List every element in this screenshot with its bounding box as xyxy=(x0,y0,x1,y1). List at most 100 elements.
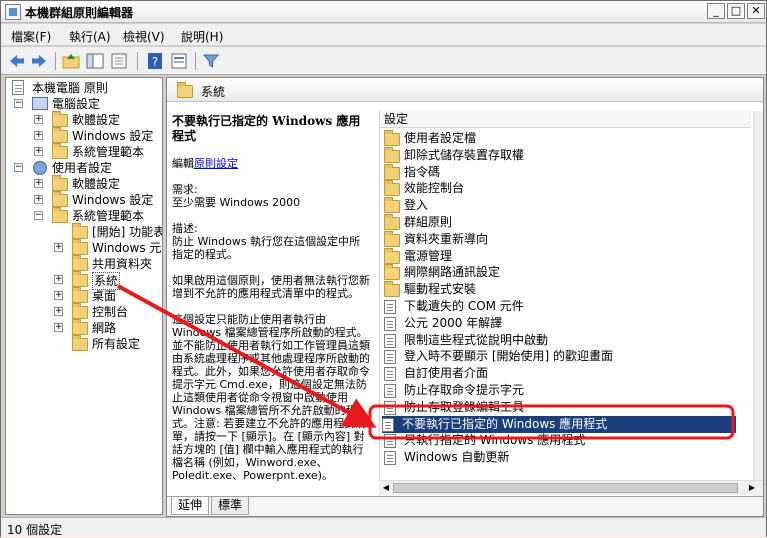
folder-icon xyxy=(177,82,193,98)
expand-icon[interactable]: + xyxy=(34,179,43,188)
scroll-right-icon[interactable]: ▶ xyxy=(747,483,757,493)
tab-extended[interactable]: 延伸 xyxy=(171,497,210,515)
toolbar-separator xyxy=(55,52,56,70)
filter-icon[interactable] xyxy=(201,51,221,71)
scroll-thumb[interactable] xyxy=(393,483,738,493)
list-item-folder[interactable]: 驅動程式安裝 xyxy=(384,281,738,298)
folder-icon xyxy=(72,303,88,319)
list-item-label: 電源管理 xyxy=(404,248,453,263)
list-item-policy[interactable]: 防止存取登錄編輯工具 xyxy=(384,399,738,416)
list-item-label: 網際網路通訊設定 xyxy=(404,265,501,280)
folder-icon xyxy=(72,319,88,335)
list-item-policy[interactable]: 自訂使用者介面 xyxy=(384,365,738,382)
list-item-folder[interactable]: 使用者設定檔 xyxy=(384,130,738,147)
title-bar: 本機群組原則編輯器 _ □ ✕ xyxy=(1,1,766,23)
window-title: 本機群組原則編輯器 xyxy=(25,6,134,20)
show-hide-tree-icon[interactable] xyxy=(85,51,105,71)
forward-icon[interactable] xyxy=(29,51,49,71)
description-paragraph-1: 如果啟用這個原則，使用者無法執行您新增到不允許的應用程式清單中的程式。 xyxy=(172,274,370,300)
description-text: 描述: 防止 Windows 執行您在這個設定中所指定的程式。 xyxy=(172,222,361,261)
expand-icon[interactable]: + xyxy=(34,115,43,124)
list-item-label: 登入時不要顯示 [開始使用] 的歡迎畫面 xyxy=(404,349,613,364)
status-text: 10 個設定 xyxy=(7,523,63,537)
toolbar-separator xyxy=(137,52,138,70)
collapse-icon[interactable]: − xyxy=(34,211,43,220)
expand-icon[interactable]: + xyxy=(34,147,43,156)
folder-icon xyxy=(384,146,400,163)
horizontal-scrollbar[interactable]: ◀ ▶ xyxy=(379,480,763,495)
expand-icon[interactable]: + xyxy=(54,275,63,284)
menu-file[interactable]: 檔案(F) xyxy=(11,28,51,45)
policy-editor-icon xyxy=(5,4,21,20)
list-item-policy[interactable]: Windows 自動更新 xyxy=(384,449,738,466)
collapse-icon[interactable]: − xyxy=(14,99,23,108)
toolbar: ? xyxy=(1,47,766,75)
folder-icon xyxy=(384,281,400,298)
scroll-left-icon[interactable]: ◀ xyxy=(381,483,391,493)
list-item-label: 卸除式儲存裝置存取權 xyxy=(404,147,525,162)
list-item-label: 下載遺失的 COM 元件 xyxy=(404,299,524,313)
view-tabs: 延伸 標準 xyxy=(167,496,763,516)
expand-icon[interactable]: + xyxy=(54,243,63,252)
menu-view[interactable]: 檢視(V) xyxy=(123,28,165,45)
list-item-policy[interactable]: 防止存取命令提示字元 xyxy=(384,382,738,399)
tab-standard[interactable]: 標準 xyxy=(211,497,250,515)
list-item-folder[interactable]: 電源管理 xyxy=(384,247,738,265)
list-item-policy[interactable]: 公元 2000 年解譯 xyxy=(384,315,738,332)
list-item-policy[interactable]: 登入時不要顯示 [開始使用] 的歡迎畫面 xyxy=(384,348,738,365)
list-item-label: Windows 自動更新 xyxy=(404,450,510,465)
menu-help[interactable]: 說明(H) xyxy=(181,28,223,45)
list-item-folder[interactable]: 指令碼 xyxy=(384,163,738,181)
list-item-policy[interactable]: 限制這些程式從說明中啟動 xyxy=(384,332,738,349)
minimize-button[interactable]: _ xyxy=(707,3,725,19)
policy-setting-icon xyxy=(384,451,396,466)
vertical-scrollbar[interactable] xyxy=(753,111,763,499)
policy-setting-icon xyxy=(384,434,396,449)
menu-action[interactable]: 執行(A) xyxy=(69,28,111,45)
settings-list: 設定 使用者設定檔卸除式儲存裝置存取權 指令碼 效能控制台 登入 群組原則 資料夾重新導向… xyxy=(379,111,751,499)
policy-setting-icon xyxy=(384,350,396,365)
status-bar: 10 個設定 xyxy=(1,517,766,537)
list-item-label: 限制這些程式從說明中啟動 xyxy=(404,332,549,347)
description-paragraph-2: 這個設定只能防止使用者執行由 Windows 檔案總管程序所啟動的程式。並不能防… xyxy=(172,313,370,482)
list-item-folder[interactable]: 資料夾重新導向 xyxy=(384,230,738,248)
list-item-policy[interactable]: 不要執行已指定的 Windows 應用程式 xyxy=(382,415,736,433)
expand-icon[interactable]: + xyxy=(34,131,43,140)
folder-icon xyxy=(72,287,88,303)
list-item-folder[interactable]: 登入 xyxy=(384,197,738,214)
help-icon[interactable]: ? xyxy=(145,51,165,71)
computer-icon xyxy=(32,97,48,110)
list-item-folder[interactable]: 網際網路通訊設定 xyxy=(384,264,738,281)
up-folder-icon[interactable] xyxy=(61,51,81,71)
folder-icon xyxy=(52,175,68,191)
expand-icon[interactable]: + xyxy=(54,291,63,300)
close-button[interactable]: ✕ xyxy=(747,3,765,19)
expand-icon[interactable]: + xyxy=(54,323,63,332)
list-item-folder[interactable]: 群組原則 xyxy=(384,214,738,231)
folder-icon xyxy=(52,111,68,127)
policy-setting-icon xyxy=(384,367,396,382)
list-item-label: 資料夾重新導向 xyxy=(404,231,489,246)
list-item-folder[interactable]: 效能控制台 xyxy=(384,180,738,197)
export-list-icon[interactable] xyxy=(109,51,129,71)
expand-icon[interactable]: + xyxy=(34,195,43,204)
list-item-policy[interactable]: 只執行指定的 Windows 應用程式 xyxy=(384,432,738,449)
list-item-label: 使用者設定檔 xyxy=(404,131,477,145)
list-item-label: 指令碼 xyxy=(404,164,441,179)
maximize-button[interactable]: □ xyxy=(727,3,745,19)
navigation-tree: 本機電腦 原則 − 電腦設定 + 軟體設定 + Windows 設定 + 系統管… xyxy=(5,77,163,515)
pane-header: 系統 xyxy=(167,78,763,102)
collapse-icon[interactable]: − xyxy=(14,163,23,172)
properties-icon[interactable] xyxy=(169,51,189,71)
folder-icon xyxy=(72,239,88,255)
user-icon xyxy=(33,161,47,175)
app-window: 本機群組原則編輯器 _ □ ✕ 檔案(F) 執行(A) 檢視(V) 說明(H) … xyxy=(0,0,767,537)
list-item-label: 只執行指定的 Windows 應用程式 xyxy=(404,433,586,448)
expand-icon[interactable]: + xyxy=(54,307,63,316)
folder-icon xyxy=(52,127,68,143)
list-item-policy[interactable]: 下載遺失的 COM 元件 xyxy=(384,298,738,315)
column-header-setting[interactable]: 設定 xyxy=(380,111,751,128)
edit-policy-link[interactable]: 原則設定 xyxy=(194,157,238,170)
list-item-folder[interactable]: 卸除式儲存裝置存取權 xyxy=(384,146,738,164)
back-icon[interactable] xyxy=(7,51,27,71)
